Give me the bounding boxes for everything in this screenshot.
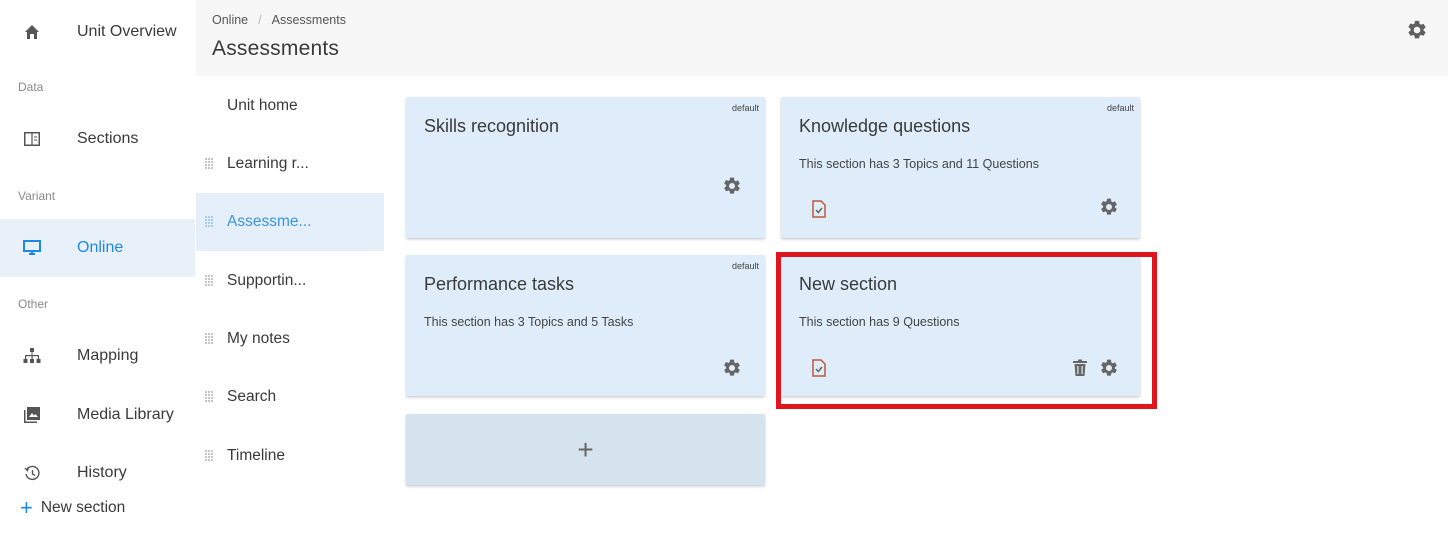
new-section-label: New section [40,499,126,516]
nav-unit-overview[interactable]: Unit Overview [0,3,195,61]
section-item-timeline[interactable]: Timeline [196,427,384,485]
drag-handle-icon[interactable] [204,215,214,229]
nav-group-variant: Variant [18,189,56,203]
nav-history-label: History [77,464,127,481]
nav-sections[interactable]: Sections [0,110,195,168]
section-item-label: Supportin... [227,272,307,289]
drag-handle-icon[interactable] [204,390,214,404]
new-section-button[interactable]: + New section [20,495,126,520]
section-item-label: Unit home [227,97,298,114]
section-item-label: Learning r... [227,155,309,172]
breadcrumb-online[interactable]: Online [212,13,248,27]
plus-icon: + [577,434,594,465]
section-card-performance-tasks[interactable]: default Performance tasks This section h… [406,255,765,396]
settings-gear-icon[interactable] [1406,19,1428,41]
card-title: Skills recognition [424,116,560,136]
card-description: This section has 9 Questions [799,315,960,329]
monitor-icon [22,238,42,258]
book-icon [22,129,42,149]
nav-group-other: Other [18,297,49,311]
card-title: Performance tasks [424,274,575,294]
card-title: Knowledge questions [799,116,971,136]
section-item-label: Timeline [227,447,285,464]
default-badge: default [731,103,759,113]
section-item-assessments[interactable]: Assessme... [196,193,384,251]
nav-mapping-label: Mapping [77,347,139,364]
page-header: Online / Assessments Assessments [196,0,1448,76]
section-item-label: My notes [227,330,290,347]
section-item-learning[interactable]: Learning r... [196,135,384,193]
section-card-new-section[interactable]: New section This section has 9 Questions [781,255,1140,396]
section-item-supporting[interactable]: Supportin... [196,252,384,310]
gear-icon[interactable] [722,176,742,196]
home-icon [22,22,42,42]
left-navigation: Unit Overview Data Sections Variant Onli… [0,0,195,537]
breadcrumb: Online / Assessments [212,13,346,27]
history-icon [22,463,42,483]
nav-group-data: Data [18,80,44,94]
nav-history[interactable]: History [0,444,195,502]
plus-icon: + [20,495,33,520]
drag-handle-icon[interactable] [204,449,214,463]
image-icon [22,405,42,425]
section-card-skills-recognition[interactable]: default Skills recognition [406,97,765,238]
nav-unit-overview-label: Unit Overview [77,23,177,40]
nav-sections-label: Sections [77,130,139,147]
drag-handle-icon[interactable] [204,332,214,346]
sitemap-icon [22,346,42,366]
drag-handle-icon[interactable] [204,274,214,288]
trash-icon[interactable] [1072,359,1088,377]
breadcrumb-assessments: Assessments [271,13,346,27]
nav-online[interactable]: Online [0,219,195,277]
breadcrumb-separator: / [258,13,262,27]
gear-icon[interactable] [1099,358,1119,378]
default-badge: default [731,261,759,271]
card-description: This section has 3 Topics and 11 Questio… [799,157,1039,171]
section-item-label: Assessme... [227,213,312,230]
nav-online-label: Online [77,239,124,256]
document-check-icon[interactable] [811,359,827,377]
drag-handle-icon[interactable] [204,157,214,171]
gear-icon[interactable] [1099,197,1119,217]
document-check-icon[interactable] [811,200,827,218]
section-list: Unit home Learning r... Assessme... Supp… [196,76,384,537]
card-title: New section [799,274,898,294]
section-item-unit-home[interactable]: Unit home [196,77,384,135]
page-title: Assessments [212,37,340,60]
nav-media-library[interactable]: Media Library [0,386,195,444]
section-card-knowledge-questions[interactable]: default Knowledge questions This section… [781,97,1140,238]
section-item-my-notes[interactable]: My notes [196,310,384,368]
section-item-search[interactable]: Search [196,368,384,426]
section-item-label: Search [227,388,277,405]
default-badge: default [1106,103,1134,113]
card-description: This section has 3 Topics and 5 Tasks [424,315,634,329]
nav-mapping[interactable]: Mapping [0,327,195,385]
gear-icon[interactable] [722,358,742,378]
nav-media-library-label: Media Library [77,406,174,423]
add-section-card[interactable]: + [406,414,765,485]
